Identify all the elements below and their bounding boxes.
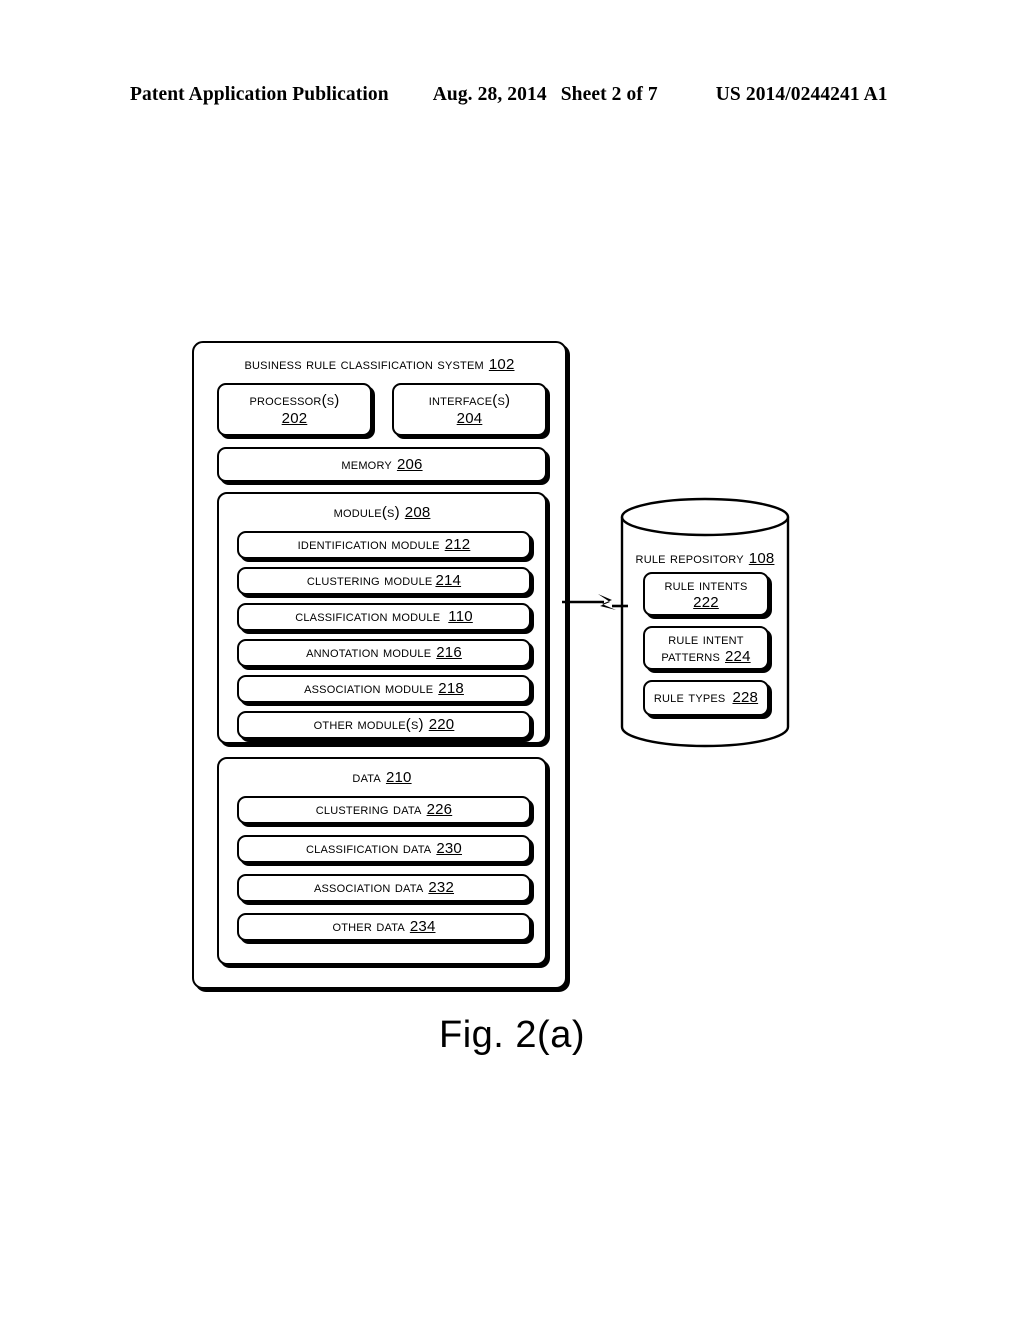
- annotation-module-label-group: Annotation Module 216: [306, 644, 462, 661]
- data-title-text: Data: [352, 769, 381, 786]
- annotation-module-box: Annotation Module 216: [237, 639, 531, 667]
- rule-intent-patterns-label: Rule Intent: [668, 630, 744, 648]
- other-modules-label: Other Module(s): [313, 716, 424, 734]
- rule-intent-patterns-line2: Patterns 224: [661, 648, 750, 665]
- rule-intents-box: Rule Intents 222: [643, 572, 769, 616]
- association-data-label-group: Association Data 232: [314, 879, 454, 896]
- annotation-module-ref: 216: [436, 644, 462, 662]
- rule-intents-label: Rule Intents: [664, 576, 748, 594]
- identification-module-ref: 212: [444, 536, 471, 554]
- data-container-box: Data 210 Clustering Data 226 Classificat…: [217, 757, 547, 965]
- other-modules-label-group: Other Module(s) 220: [314, 716, 455, 733]
- modules-title-ref: 208: [404, 504, 431, 521]
- classification-module-label: Classification Module: [295, 608, 441, 626]
- business-rule-classification-system-box: Business Rule Classification System 102 …: [192, 341, 567, 989]
- classification-module-box: Classification Module 110: [237, 603, 531, 631]
- processor-label: Processor(s): [249, 392, 340, 410]
- rule-intent-patterns-box: Rule Intent 224 Patterns 224: [643, 626, 769, 670]
- classification-data-ref: 230: [436, 840, 462, 858]
- memory-label-group: Memory 206: [341, 456, 422, 473]
- rule-types-label: Rule Types: [653, 689, 726, 707]
- interface-ref: 204: [456, 409, 483, 427]
- system-title-text: Business Rule Classification System: [244, 356, 484, 373]
- data-title: Data 210: [219, 769, 545, 786]
- other-data-label: Other Data: [332, 918, 405, 936]
- identification-module-label: Identification Module: [297, 536, 440, 554]
- data-title-ref: 210: [385, 769, 412, 786]
- clustering-module-label-group: Clustering Module 214: [307, 572, 461, 589]
- other-modules-box: Other Module(s) 220: [237, 711, 531, 739]
- system-title: Business Rule Classification System 102: [194, 356, 565, 373]
- processor-box: Processor(s) 202: [217, 383, 372, 436]
- processor-ref: 202: [281, 409, 308, 427]
- figure-caption: Fig. 2(a): [439, 1014, 585, 1056]
- association-module-label: Association Module: [304, 680, 434, 698]
- rule-intent-patterns-label-cont: Patterns: [661, 648, 720, 665]
- rule-repository-title-text: Rule Repository: [635, 550, 744, 567]
- classification-module-label-group: Classification Module 110: [295, 608, 473, 625]
- other-data-box: Other Data 234: [237, 913, 531, 941]
- association-module-ref: 218: [438, 680, 464, 698]
- association-data-box: Association Data 232: [237, 874, 531, 902]
- identification-module-label-group: Identification Module 212: [298, 536, 471, 553]
- modules-title-text: Module(s): [333, 504, 400, 521]
- system-title-ref: 102: [488, 356, 515, 373]
- rule-repository-title: Rule Repository 108: [619, 550, 791, 567]
- identification-module-box: Identification Module 212: [237, 531, 531, 559]
- clustering-data-label: Clustering Data: [315, 801, 422, 819]
- clustering-module-ref: 214: [435, 572, 462, 590]
- modules-title: Module(s) 208: [219, 504, 545, 521]
- rule-types-ref: 228: [732, 689, 759, 707]
- memory-ref: 206: [396, 455, 423, 473]
- memory-label: Memory: [341, 455, 392, 473]
- clustering-data-ref: 226: [426, 801, 453, 819]
- rule-intent-patterns-ref: 224: [725, 648, 751, 665]
- association-data-ref: 232: [428, 879, 455, 897]
- clustering-data-box: Clustering Data 226: [237, 796, 531, 824]
- rule-types-label-group: Rule Types 228: [654, 689, 758, 706]
- rule-intents-ref: 222: [693, 594, 719, 611]
- rule-types-box: Rule Types 228: [643, 680, 769, 716]
- modules-container-box: Module(s) 208 Identification Module 212 …: [217, 492, 547, 744]
- classification-data-box: Classification Data 230: [237, 835, 531, 863]
- interface-box: Interface(s) 204: [392, 383, 547, 436]
- clustering-data-label-group: Clustering Data 226: [316, 801, 452, 818]
- other-modules-ref: 220: [428, 716, 455, 734]
- classification-module-ref: 110: [448, 608, 473, 626]
- classification-data-label-group: Classification Data 230: [306, 840, 462, 857]
- classification-data-label: Classification Data: [306, 840, 432, 858]
- clustering-module-label: Clustering Module: [306, 572, 433, 590]
- association-module-label-group: Association Module 218: [304, 680, 464, 697]
- clustering-module-box: Clustering Module 214: [237, 567, 531, 595]
- figure-2a: Business Rule Classification System 102 …: [0, 0, 1024, 1320]
- memory-box: Memory 206: [217, 447, 547, 482]
- interface-label: Interface(s): [428, 392, 511, 410]
- annotation-module-label: Annotation Module: [306, 644, 432, 662]
- rule-repository-cylinder: Rule Repository 108 Rule Intents 222 Rul…: [619, 497, 791, 748]
- rule-repository-title-ref: 108: [748, 550, 775, 567]
- association-data-label: Association Data: [313, 879, 424, 897]
- other-data-ref: 234: [409, 918, 436, 936]
- other-data-label-group: Other Data 234: [332, 918, 435, 935]
- association-module-box: Association Module 218: [237, 675, 531, 703]
